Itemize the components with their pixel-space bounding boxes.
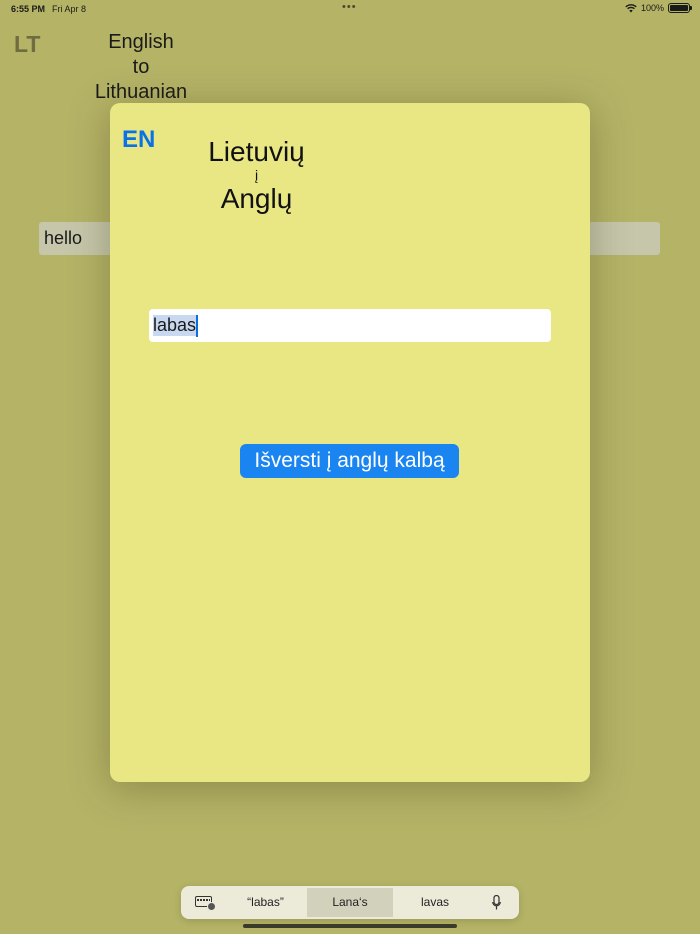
status-bar: 6:55 PM Fri Apr 8 ••• 100% [0,0,700,18]
bg-title-line2: to [132,56,150,78]
bg-title-line3: Lithuanian [94,81,188,103]
battery-icon [668,3,692,13]
status-date: Fri Apr 8 [52,4,87,14]
status-right: 100% [625,3,692,13]
suggestion-item[interactable]: lavas [393,888,477,917]
input-selected-text: labas [153,315,197,336]
home-indicator[interactable] [243,924,457,928]
bg-language-toggle[interactable]: LT [14,31,40,58]
keyboard-icon[interactable] [195,896,216,911]
page-title: Lietuvių į Anglų [180,135,333,216]
title-line2: į [254,167,259,183]
multitasking-dots[interactable]: ••• [342,1,357,13]
translate-text-input[interactable]: labas [149,309,551,342]
suggestion-item[interactable]: “labas” [222,888,309,917]
bg-page-title: English to Lithuanian [70,30,212,105]
mic-icon[interactable] [492,895,501,911]
battery-percent: 100% [640,3,664,13]
status-time: 6:55 PM [11,4,46,14]
title-line3: Anglų [220,183,293,214]
text-caret [196,315,199,338]
wifi-icon [625,3,637,12]
title-line1: Lietuvių [208,136,305,167]
translate-button[interactable]: Išversti į anglų kalbą [240,444,459,478]
language-toggle-button[interactable]: EN [122,126,155,154]
keyboard-suggestion-bar: “labas” Lana‘s lavas [181,886,519,919]
modal-sheet: EN Lietuvių į Anglų labas Išversti į ang… [110,103,590,782]
bg-title-line1: English [108,31,174,53]
suggestion-item[interactable]: Lana‘s [307,888,393,917]
